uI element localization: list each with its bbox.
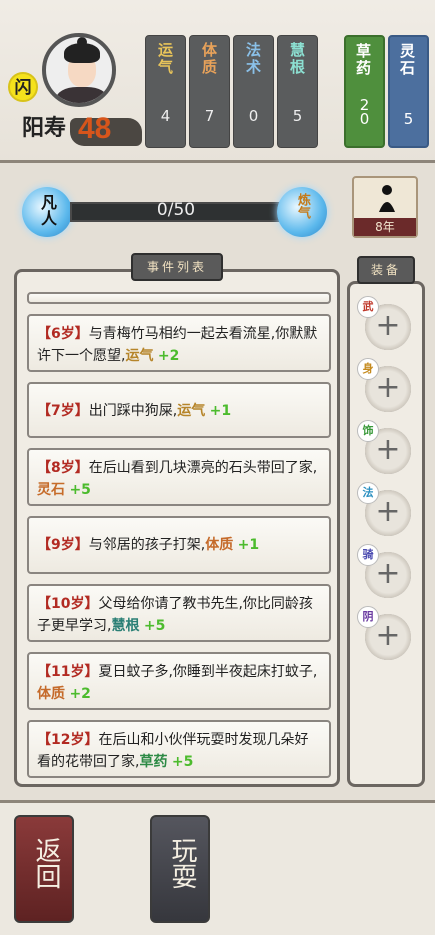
event-list-panel[interactable]: 【6岁】与青梅竹马相约一起去看流星,你默默许下一个愿望,运气 +2 【7岁】出门…: [14, 269, 340, 787]
stat-luck[interactable]: 运气 4: [145, 35, 186, 148]
realm-current-orb: 凡人: [22, 187, 72, 237]
play-button[interactable]: 玩耍: [150, 815, 210, 923]
equip-slot-yin-tag: 阴: [357, 606, 379, 628]
lifespan-value: 48: [78, 112, 112, 145]
realm-next-label: 炼气: [295, 193, 310, 219]
realm-next-orb[interactable]: 炼气: [277, 187, 327, 237]
cultivation-progress-text: 0/50: [156, 200, 196, 220]
stat-magic-label: 法术: [244, 42, 262, 76]
lifespan-label: 阳寿: [22, 115, 67, 141]
event-item-6: 【6岁】与青梅竹马相约一起去看流星,你默默许下一个愿望,运气 +2: [27, 314, 331, 372]
event-list-title: 事件列表: [131, 253, 223, 281]
stat-magic[interactable]: 法术 0: [233, 35, 274, 148]
resource-spirit-stones-value: 5: [403, 110, 414, 128]
resource-spirit-stones[interactable]: 灵石 5: [388, 35, 429, 148]
event-item-12: 【12岁】在后山和小伙伴玩耍时发现几朵好看的花带回了家,草药 +5: [27, 720, 331, 778]
stat-constitution-value: 7: [204, 107, 215, 125]
equip-slot-magic-tag: 法: [357, 482, 379, 504]
event-item-8: 【8岁】在后山看到几块漂亮的石头带回了家,灵石 +5: [27, 448, 331, 506]
flash-badge[interactable]: 闪: [8, 72, 38, 102]
event-item-10: 【10岁】父母给你请了教书先生,你比同龄孩子更早学习,慧根 +5: [27, 584, 331, 642]
event-item-9: 【9岁】与邻居的孩子打架,体质 +1: [27, 516, 331, 574]
header-divider: [0, 160, 435, 163]
equip-slot-mount-tag: 骑: [357, 544, 379, 566]
player-avatar[interactable]: [42, 33, 116, 107]
meditate-duration: 8年: [354, 218, 416, 236]
equip-slot-body[interactable]: + 身: [357, 358, 411, 412]
list-item-partial: [27, 292, 331, 304]
resource-herbs-label: 草药: [354, 43, 372, 77]
equipment-title: 装备: [357, 256, 415, 284]
stat-luck-value: 4: [160, 107, 171, 125]
equipment-panel: + 武 + 身 + 饰 + 法 + 骑 + 阴: [347, 281, 425, 787]
resource-herbs-value: 2 0: [359, 96, 370, 128]
stat-wisdom[interactable]: 慧根 5: [277, 35, 318, 148]
event-item-11: 【11岁】夏日蚊子多,你睡到半夜起床打蚊子,体质 +2: [27, 652, 331, 710]
meditate-button[interactable]: 8年: [352, 176, 418, 238]
equip-slot-magic[interactable]: + 法: [357, 482, 411, 536]
equip-slot-mount[interactable]: + 骑: [357, 544, 411, 598]
equip-slot-weapon[interactable]: + 武: [357, 296, 411, 350]
resource-herbs[interactable]: 草药 2 0: [344, 35, 385, 148]
resource-spirit-stones-label: 灵石: [398, 43, 416, 77]
stat-luck-label: 运气: [156, 42, 174, 76]
back-button[interactable]: 返回: [14, 815, 74, 923]
stat-constitution-label: 体质: [200, 42, 218, 76]
stat-constitution[interactable]: 体质 7: [189, 35, 230, 148]
equip-slot-yin[interactable]: + 阴: [357, 606, 411, 660]
equip-slot-accessory[interactable]: + 饰: [357, 420, 411, 474]
equip-slot-weapon-tag: 武: [357, 296, 379, 318]
back-button-label: 返回: [31, 837, 61, 889]
event-item-7: 【7岁】出门踩中狗屎,运气 +1: [27, 382, 331, 438]
stat-wisdom-label: 慧根: [288, 42, 306, 76]
equip-slot-body-tag: 身: [357, 358, 379, 380]
realm-current-label: 凡人: [38, 194, 57, 226]
equip-slot-accessory-tag: 饰: [357, 420, 379, 442]
play-button-label: 玩耍: [167, 837, 197, 889]
meditation-figure-icon: [379, 185, 395, 212]
stat-magic-value: 0: [248, 107, 259, 125]
stat-wisdom-value: 5: [292, 107, 303, 125]
